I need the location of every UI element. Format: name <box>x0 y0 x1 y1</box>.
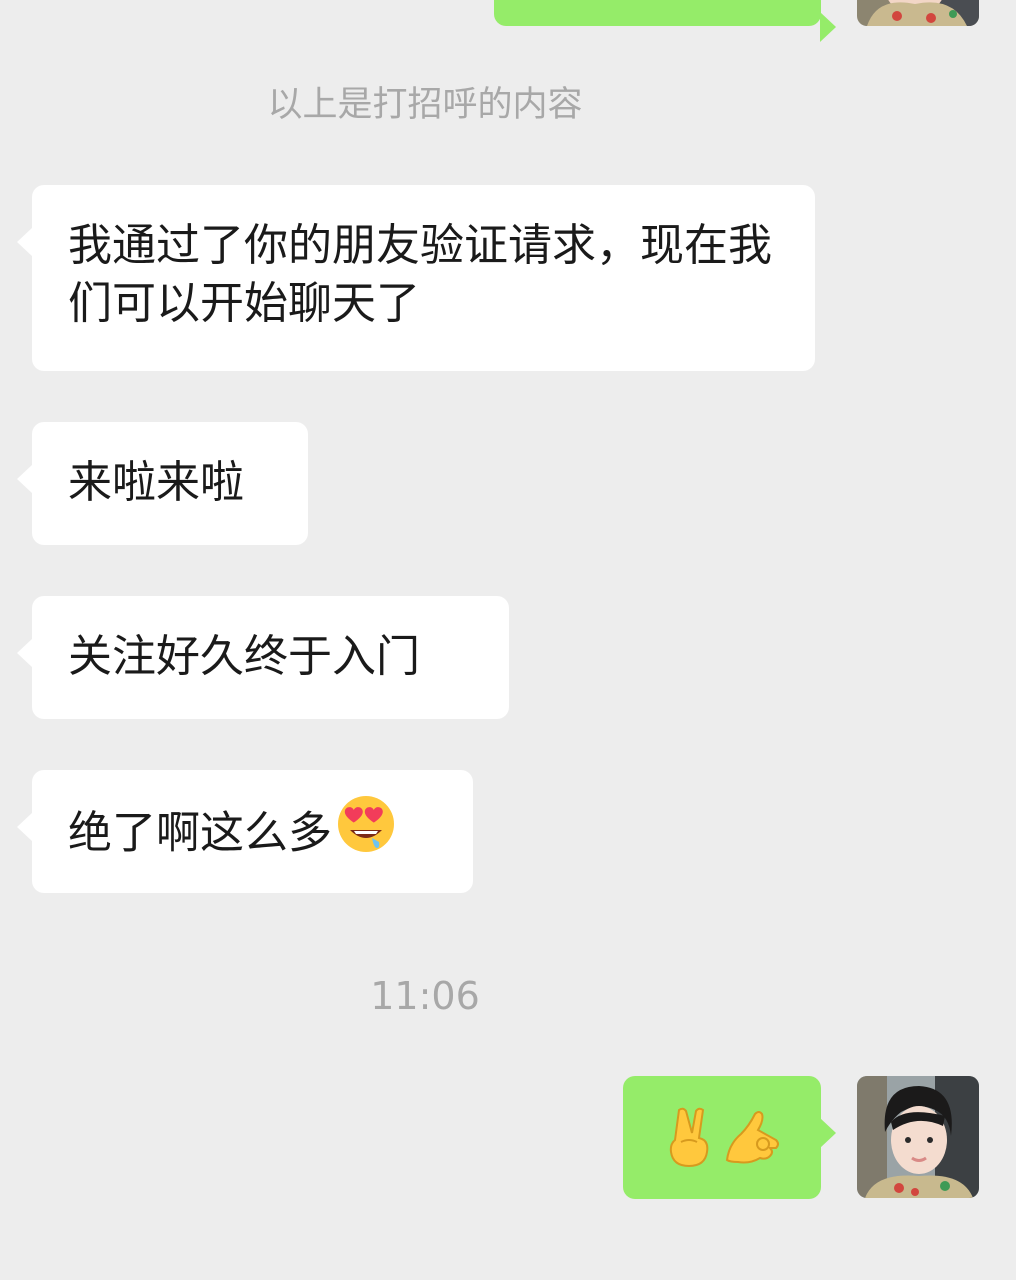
message-bubble-incoming[interactable]: 绝了啊这么多 <box>17 770 473 893</box>
message-text: 我通过了你的朋友验证请求，现在我们可以开始聊天了 <box>68 220 772 329</box>
message-bubble-outgoing[interactable] <box>623 1076 836 1199</box>
self-avatar-partial[interactable] <box>857 0 979 26</box>
message-text: 绝了啊这么多 <box>68 807 332 859</box>
message-bubble-incoming[interactable]: 来啦来啦 <box>17 422 308 545</box>
chat-thread: 以上是打招呼的内容 我通过了你的朋友验证请求，现在我们可以开始聊天了 来啦来啦 … <box>0 0 1016 1280</box>
message-bubble-incoming[interactable]: 关注好久终于入门 <box>17 596 509 719</box>
ok-hand-emoji <box>723 1110 785 1181</box>
avatar-photo <box>857 0 979 26</box>
timestamp: 11:06 <box>370 974 480 1018</box>
self-avatar[interactable] <box>857 1076 979 1198</box>
message-bubble-outgoing-partial[interactable] <box>494 0 836 42</box>
message-text: 来啦来啦 <box>68 457 244 508</box>
message-bubble-incoming[interactable]: 我通过了你的朋友验证请求，现在我们可以开始聊天了 <box>17 185 815 371</box>
victory-hand-emoji <box>667 1106 717 1183</box>
message-text: 关注好久终于入门 <box>68 631 420 682</box>
avatar-photo <box>857 1076 979 1198</box>
heart-eyes-drooling-emoji <box>336 794 396 869</box>
system-note: 以上是打招呼的内容 <box>267 85 583 125</box>
